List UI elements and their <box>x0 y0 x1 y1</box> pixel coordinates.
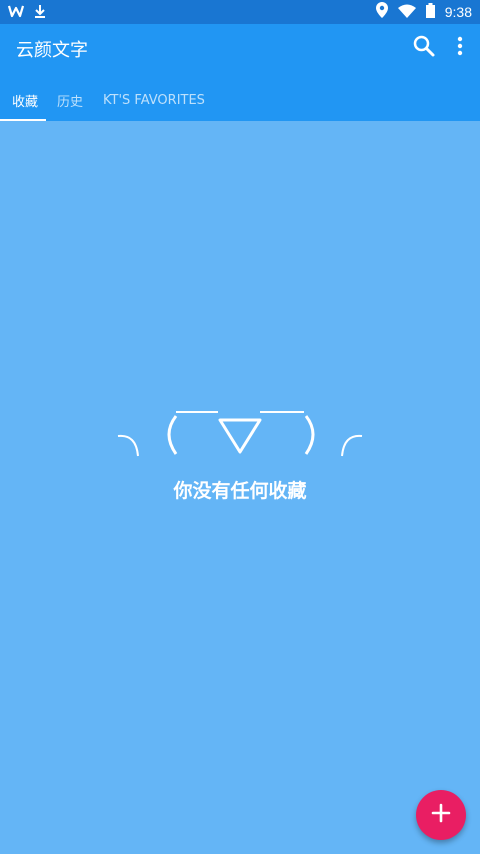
search-button[interactable] <box>408 32 440 64</box>
more-options-button[interactable] <box>448 32 472 64</box>
tab-kts-favorites[interactable]: KT'S FAVORITES <box>103 80 205 121</box>
location-icon <box>375 2 388 22</box>
wifi-icon <box>397 3 416 22</box>
download-icon <box>34 3 46 22</box>
add-button[interactable] <box>416 790 466 840</box>
tab-indicator <box>0 119 46 121</box>
empty-state-message: 你没有任何收藏 <box>173 480 307 502</box>
status-time: 9:38 <box>444 4 472 20</box>
plus-icon <box>431 803 451 827</box>
app-w-icon <box>7 3 25 22</box>
app-title: 云颜文字 <box>16 40 88 61</box>
empty-kaomoji-illustration <box>100 398 380 462</box>
app-bar: 云颜文字 收藏 历史 KT'S FAVORITES <box>0 24 480 121</box>
more-vert-icon <box>457 36 463 60</box>
tab-bar: 收藏 历史 KT'S FAVORITES <box>0 80 480 121</box>
search-icon <box>412 34 436 62</box>
battery-icon <box>425 2 435 22</box>
tab-favorites[interactable]: 收藏 <box>12 80 38 121</box>
status-bar: 9:38 <box>0 0 480 24</box>
tab-history[interactable]: 历史 <box>57 80 83 121</box>
